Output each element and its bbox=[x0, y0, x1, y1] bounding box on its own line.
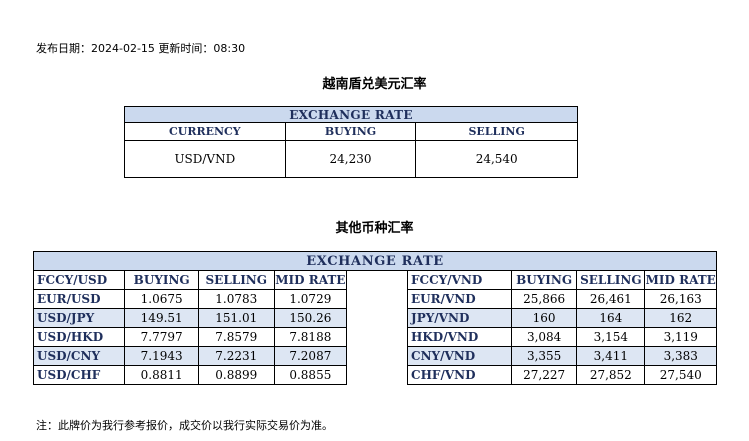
buying-cell: 25,866 bbox=[511, 289, 578, 309]
table-row: USD/HKD 7.7797 7.8579 7.8188 HKD/VND 3,084 3,1… bbox=[32, 327, 717, 347]
pair-usd-cell: EUR/USD bbox=[32, 289, 126, 309]
buying-cell: 3,355 bbox=[511, 346, 578, 366]
buying-cell: 7.7797 bbox=[124, 327, 199, 347]
mid-rate-cell: 7.8188 bbox=[273, 327, 348, 347]
table-header: EXCHANGE RATE bbox=[124, 106, 578, 123]
selling-cell: 151.01 bbox=[197, 308, 275, 328]
buying-cell: 160 bbox=[511, 308, 578, 328]
column-spacer bbox=[346, 365, 409, 385]
pair-vnd-cell: HKD/VND bbox=[407, 327, 513, 347]
column-header-selling: SELLING bbox=[197, 270, 275, 290]
mid-rate-cell: 1.0729 bbox=[273, 289, 348, 309]
selling-cell: 3,154 bbox=[576, 327, 646, 347]
selling-cell: 164 bbox=[576, 308, 646, 328]
pair-usd-cell: USD/HKD bbox=[32, 327, 126, 347]
pair-vnd-cell: CNY/VND bbox=[407, 346, 513, 366]
pair-usd-cell: USD/CNY bbox=[32, 346, 126, 366]
mid-rate-cell: 26,163 bbox=[644, 289, 717, 309]
column-header-buying: BUYING bbox=[124, 270, 199, 290]
buying-cell: 1.0675 bbox=[124, 289, 199, 309]
buying-cell: 24,230 bbox=[284, 140, 417, 178]
buying-cell: 3,084 bbox=[511, 327, 578, 347]
mid-rate-cell: 7.2087 bbox=[273, 346, 348, 366]
column-spacer bbox=[346, 327, 409, 347]
column-header-buying: BUYING bbox=[511, 270, 578, 290]
footnote: 注：此牌价为我行参考报价，成交价以我行实际交易价为准。 bbox=[36, 419, 333, 432]
column-header-selling: SELLING bbox=[415, 122, 578, 141]
pair-usd-cell: USD/JPY bbox=[32, 308, 126, 328]
selling-cell: 3,411 bbox=[576, 346, 646, 366]
selling-cell: 26,461 bbox=[576, 289, 646, 309]
vnd-usd-rate-table: EXCHANGE RATE CURRENCY BUYING SELLING US… bbox=[124, 106, 578, 178]
publish-date-line: 发布日期：2024-02-15 更新时间：08:30 bbox=[36, 42, 246, 55]
selling-cell: 1.0783 bbox=[197, 289, 275, 309]
column-spacer bbox=[346, 289, 409, 309]
column-header-mid-rate: MID RATE bbox=[644, 270, 717, 290]
currency-cell: USD/VND bbox=[124, 140, 286, 178]
column-spacer bbox=[346, 346, 409, 366]
mid-rate-cell: 3,383 bbox=[644, 346, 717, 366]
pair-usd-cell: USD/CHF bbox=[32, 365, 126, 385]
table-row: EUR/USD 1.0675 1.0783 1.0729 EUR/VND 25,866 26… bbox=[32, 289, 717, 309]
buying-cell: 0.8811 bbox=[124, 365, 199, 385]
selling-cell: 24,540 bbox=[415, 140, 578, 178]
column-header-fccy-vnd: FCCY/VND bbox=[407, 270, 513, 290]
pair-vnd-cell: CHF/VND bbox=[407, 365, 513, 385]
mid-rate-cell: 162 bbox=[644, 308, 717, 328]
table-row: USD/CNY 7.1943 7.2231 7.2087 CNY/VND 3,355 3,4… bbox=[32, 346, 717, 366]
pair-vnd-cell: EUR/VND bbox=[407, 289, 513, 309]
selling-cell: 7.8579 bbox=[197, 327, 275, 347]
column-spacer bbox=[346, 270, 409, 290]
column-header-fccy-usd: FCCY/USD bbox=[32, 270, 126, 290]
other-currencies-section-title: 其他币种汇率 bbox=[335, 221, 414, 236]
other-currencies-rate-table: EXCHANGE RATE FCCY/USD BUYING SELLING MI… bbox=[32, 251, 717, 385]
column-header-selling: SELLING bbox=[576, 270, 646, 290]
table-header: EXCHANGE RATE bbox=[33, 251, 717, 271]
column-header-buying: BUYING bbox=[284, 122, 417, 141]
selling-cell: 27,852 bbox=[576, 365, 646, 385]
buying-cell: 7.1943 bbox=[124, 346, 199, 366]
selling-cell: 0.8899 bbox=[197, 365, 275, 385]
mid-rate-cell: 27,540 bbox=[644, 365, 717, 385]
table-row: USD/JPY 149.51 151.01 150.26 JPY/VND 160 164 16… bbox=[32, 308, 717, 328]
vnd-usd-section-title: 越南盾兑美元汇率 bbox=[322, 77, 427, 92]
column-header-currency: CURRENCY bbox=[124, 122, 286, 141]
table-row: USD/CHF 0.8811 0.8899 0.8855 CHF/VND 27,227 27… bbox=[32, 365, 717, 385]
column-spacer bbox=[346, 308, 409, 328]
buying-cell: 27,227 bbox=[511, 365, 578, 385]
mid-rate-cell: 0.8855 bbox=[273, 365, 348, 385]
mid-rate-cell: 3,119 bbox=[644, 327, 717, 347]
mid-rate-cell: 150.26 bbox=[273, 308, 348, 328]
buying-cell: 149.51 bbox=[124, 308, 199, 328]
pair-vnd-cell: JPY/VND bbox=[407, 308, 513, 328]
column-header-mid-rate: MID RATE bbox=[273, 270, 348, 290]
selling-cell: 7.2231 bbox=[197, 346, 275, 366]
